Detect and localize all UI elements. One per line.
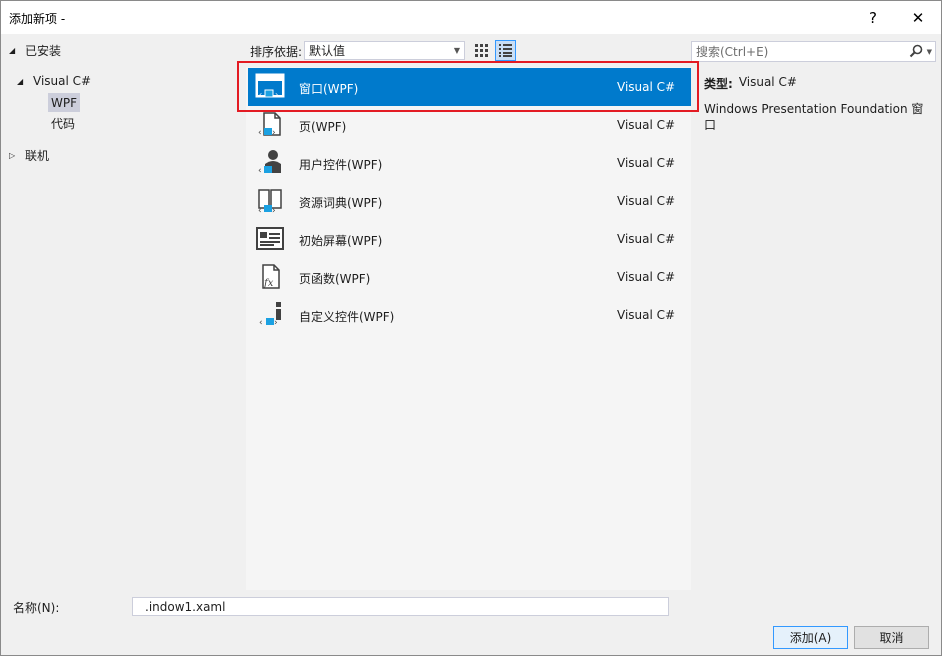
cancel-button-label: 取消	[879, 631, 904, 645]
collapsed-arrow-icon[interactable]: ▷	[9, 151, 19, 160]
svg-text:‹: ‹	[259, 318, 263, 328]
template-name: 资源词典(WPF)	[299, 196, 383, 210]
svg-text:›: ›	[274, 318, 278, 328]
template-type: Visual C#	[617, 232, 676, 246]
template-name: 页函数(WPF)	[299, 272, 371, 286]
cancel-button[interactable]: 取消	[854, 626, 929, 649]
wpf-resource-dictionary-icon: ‹ ›	[258, 189, 282, 215]
dropdown-arrow-icon: ▼	[453, 46, 460, 55]
expanded-arrow-icon[interactable]: ◢	[9, 46, 19, 55]
svg-text:‹: ‹	[258, 206, 262, 215]
close-button[interactable]: ✕	[898, 4, 938, 32]
wpf-page-function-icon: fx	[262, 264, 280, 289]
wpf-splash-screen-icon	[256, 227, 284, 250]
details-pane: 类型: Visual C# Windows Presentation Found…	[704, 75, 929, 133]
search-options-arrow-icon[interactable]: ▼	[927, 48, 932, 56]
name-value: .indow1.xaml	[145, 599, 226, 614]
expanded-arrow-icon[interactable]: ◢	[17, 77, 27, 86]
close-icon: ✕	[911, 9, 925, 27]
help-button[interactable]: ?	[853, 4, 893, 32]
svg-text:‹: ‹	[258, 166, 262, 176]
svg-text:›: ›	[272, 206, 276, 215]
template-list: ‹ › 窗口(WPF) Visual C# ‹ › 页(WPF) Visual …	[246, 67, 691, 590]
svg-text:›: ›	[272, 128, 276, 138]
template-name: 页(WPF)	[299, 120, 347, 134]
wpf-user-control-icon: ‹ ›	[258, 150, 281, 176]
svg-text:fx: fx	[263, 278, 274, 289]
template-name: 自定义控件(WPF)	[299, 310, 395, 324]
tree-node-label: 已安装	[25, 43, 62, 58]
search-input[interactable]: 搜索(Ctrl+E) ▼	[691, 41, 936, 62]
template-item-resource-dictionary[interactable]: ‹ › 资源词典(WPF) Visual C#	[248, 182, 691, 220]
svg-text:‹: ‹	[258, 128, 262, 138]
search-placeholder: 搜索(Ctrl+E)	[696, 45, 769, 59]
template-type: Visual C#	[617, 270, 676, 284]
template-type: Visual C#	[617, 118, 676, 132]
category-tree: ◢ 已安装 ◢ Visual C# WPF 代码 ▷ 联机	[1, 34, 246, 590]
template-type: Visual C#	[617, 308, 676, 322]
type-value: Visual C#	[738, 75, 797, 89]
help-icon: ?	[869, 9, 877, 27]
tree-node-label: 代码	[51, 116, 76, 131]
dialog-title: 添加新项 -	[9, 12, 66, 26]
template-name: 用户控件(WPF)	[299, 158, 383, 172]
tree-node-online[interactable]: ▷ 联机	[9, 146, 49, 164]
tree-node-installed[interactable]: ◢ 已安装	[9, 41, 61, 59]
add-button-label: 添加(A)	[789, 631, 832, 645]
tree-node-label: WPF	[51, 95, 78, 110]
template-type: Visual C#	[617, 194, 676, 208]
title-bar: 添加新项 - ? ✕	[1, 1, 941, 34]
name-field[interactable]: .indow1.xaml	[132, 597, 669, 616]
template-item-custom-control[interactable]: ‹ › 自定义控件(WPF) Visual C#	[248, 296, 691, 334]
tree-node-visual-csharp[interactable]: ◢ Visual C#	[17, 72, 91, 90]
type-row: 类型: Visual C#	[704, 75, 929, 92]
wpf-page-icon: ‹ ›	[258, 112, 281, 138]
tree-node-wpf[interactable]: WPF	[48, 93, 81, 112]
add-new-item-dialog: 添加新项 - ? ✕ ◢ 已安装 ◢ Visual C# WPF 代码 ▷ 联机…	[0, 0, 942, 656]
template-item-page-function[interactable]: fx 页函数(WPF) Visual C#	[248, 258, 691, 296]
template-item-user-control[interactable]: ‹ › 用户控件(WPF) Visual C#	[248, 144, 691, 182]
sort-value: 默认值	[309, 44, 346, 58]
svg-text:›: ›	[272, 166, 276, 176]
tree-node-label: Visual C#	[33, 74, 92, 88]
highlight-annotation	[237, 61, 699, 112]
list-view-button[interactable]	[495, 40, 516, 61]
grid-view-button[interactable]	[471, 40, 492, 61]
template-description: Windows Presentation Foundation 窗口	[704, 102, 924, 132]
template-name: 初始屏幕(WPF)	[299, 234, 383, 248]
type-label: 类型:	[704, 77, 733, 91]
search-icon	[909, 44, 923, 58]
tree-node-code[interactable]: 代码	[51, 114, 75, 132]
template-item-splash-screen[interactable]: 初始屏幕(WPF) Visual C#	[248, 220, 691, 258]
template-type: Visual C#	[617, 156, 676, 170]
grid-view-icon	[475, 44, 488, 57]
wpf-custom-control-icon: ‹ ›	[259, 302, 281, 328]
list-view-icon	[499, 44, 512, 57]
add-button[interactable]: 添加(A)	[773, 626, 848, 649]
tree-node-label: 联机	[25, 148, 50, 163]
sort-dropdown[interactable]: 默认值 ▼	[304, 41, 465, 60]
sort-label: 排序依据:	[250, 45, 303, 59]
name-label: 名称(N):	[13, 601, 60, 615]
